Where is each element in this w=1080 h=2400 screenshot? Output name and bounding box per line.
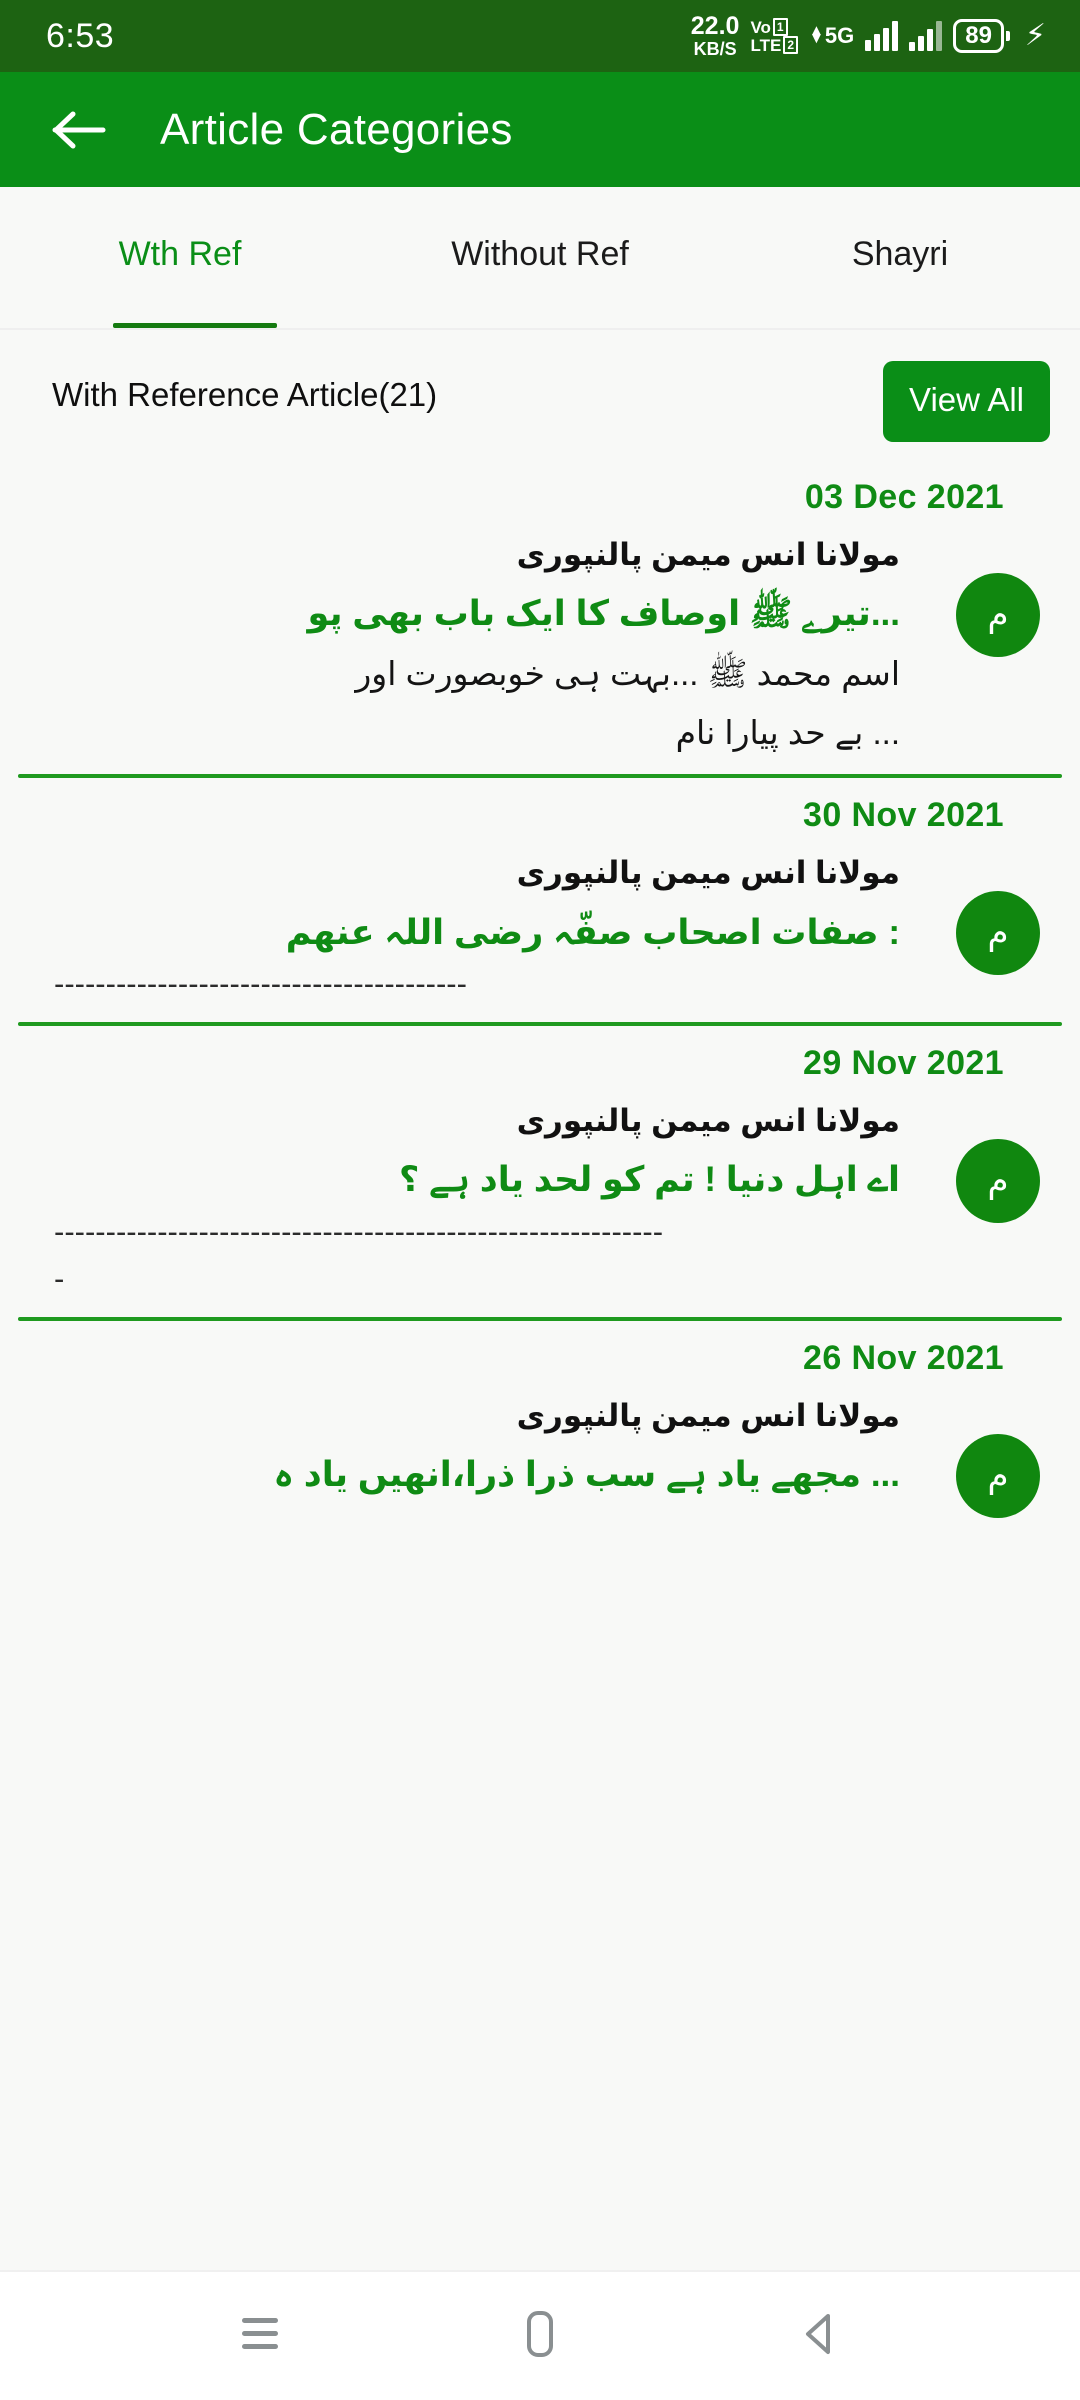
system-navigation-bar bbox=[0, 2270, 1080, 2400]
battery-icon: 89 bbox=[953, 19, 1010, 53]
article-excerpt-line-2: ... بے حد پیارا نام bbox=[675, 714, 900, 752]
article-text: مولانا انس میمن پالنپوری اے اہل دنیا ! ت… bbox=[40, 1101, 928, 1301]
article-card[interactable]: 30 Nov 2021 مولانا انس میمن پالنپوری : ص… bbox=[0, 778, 1080, 1021]
article-date: 29 Nov 2021 bbox=[803, 1043, 1004, 1082]
avatar: م bbox=[956, 573, 1040, 657]
article-list[interactable]: 03 Dec 2021 مولانا انس میمن پالنپوری ...… bbox=[0, 460, 1080, 2270]
back-button[interactable] bbox=[48, 99, 110, 161]
article-dash-separator-overflow: - bbox=[54, 1261, 65, 1297]
tab-shayri[interactable]: Shayri bbox=[720, 235, 1080, 280]
volte-icon: Vo 1 LTE 2 bbox=[750, 18, 798, 54]
network-type-label: 5G bbox=[824, 23, 855, 48]
tab-without-ref[interactable]: Without Ref bbox=[360, 235, 720, 280]
tab-with-ref[interactable]: Wth Ref bbox=[0, 235, 360, 280]
charging-bolt-icon: ⚡ bbox=[1024, 19, 1046, 52]
section-header: With Reference Article(21) View All bbox=[0, 330, 1080, 460]
volte-sim2-label: 2 bbox=[783, 36, 798, 54]
data-transfer-arrows-icon: ▲ ▼ bbox=[809, 22, 824, 48]
article-date: 26 Nov 2021 bbox=[803, 1338, 1004, 1377]
article-excerpt-line-1: اسم محمد ﷺ ...بہت ہی خوبصورت اور bbox=[355, 655, 900, 693]
app-bar: Article Categories bbox=[0, 72, 1080, 187]
page-title: Article Categories bbox=[160, 104, 513, 154]
status-bar: 6:53 22.0 KB/S Vo 1 LTE 2 ▲ ▼ 5G 89 ⚡ bbox=[0, 0, 1080, 72]
network-speed-value: 22.0 bbox=[690, 12, 740, 40]
phone-screen: 6:53 22.0 KB/S Vo 1 LTE 2 ▲ ▼ 5G 89 ⚡ Ar… bbox=[0, 0, 1080, 2400]
view-all-button[interactable]: View All bbox=[883, 360, 1050, 442]
article-headline: : صفات اصحاب صفّہ رضی اللہ عنھم bbox=[285, 912, 900, 952]
back-button-nav[interactable] bbox=[765, 2291, 875, 2381]
article-card[interactable]: 29 Nov 2021 مولانا انس میمن پالنپوری اے … bbox=[0, 1026, 1080, 1317]
article-author: مولانا انس میمن پالنپوری bbox=[516, 537, 900, 572]
article-card[interactable]: 26 Nov 2021 مولانا انس میمن پالنپوری ...… bbox=[0, 1321, 1080, 1534]
avatar: م bbox=[956, 891, 1040, 976]
article-headline: اے اہل دنیا ! تم کو لحد یاد ہے ؟ bbox=[399, 1160, 900, 1200]
volte-vo-label: Vo bbox=[750, 17, 771, 37]
tab-bar: Wth Ref Without Ref Shayri bbox=[0, 187, 1080, 330]
article-headline: ... مجھے یاد ہے سب ذرا ذرا،انھیں یاد ہ bbox=[273, 1454, 901, 1494]
article-dash-separator: ----------------------------------------… bbox=[54, 1213, 664, 1249]
home-pill-icon bbox=[517, 2306, 563, 2367]
network-speed-unit: KB/S bbox=[693, 39, 737, 59]
signal-bars-icon-2 bbox=[909, 21, 943, 51]
volte-lte-label: LTE bbox=[750, 35, 782, 55]
article-author: مولانا انس میمن پالنپوری bbox=[516, 855, 900, 891]
status-icons: 22.0 KB/S Vo 1 LTE 2 ▲ ▼ 5G 89 ⚡ bbox=[690, 12, 1046, 59]
avatar: م bbox=[956, 1433, 1040, 1518]
recents-button[interactable] bbox=[205, 2291, 315, 2381]
battery-nub bbox=[1005, 31, 1010, 41]
battery-percent-label: 89 bbox=[953, 19, 1004, 53]
back-triangle-icon bbox=[796, 2308, 844, 2365]
article-text: مولانا انس میمن پالنپوری ...تیرے ﷺ اوصاف… bbox=[40, 535, 928, 758]
article-date: 30 Nov 2021 bbox=[803, 796, 1004, 835]
network-type-indicator: ▲ ▼ 5G bbox=[809, 22, 855, 48]
status-clock: 6:53 bbox=[46, 17, 115, 55]
article-date: 03 Dec 2021 bbox=[804, 478, 1004, 516]
menu-recents-icon bbox=[232, 2311, 288, 2362]
avatar: م bbox=[956, 1138, 1040, 1223]
arrow-left-icon bbox=[51, 109, 107, 151]
article-dash-separator: ---------------------------------------- bbox=[54, 966, 467, 1002]
article-text: مولانا انس میمن پالنپوری : صفات اصحاب صف… bbox=[40, 853, 928, 1005]
network-speed-indicator: 22.0 KB/S bbox=[690, 12, 740, 59]
article-author: مولانا انس میمن پالنپوری bbox=[516, 1397, 900, 1433]
article-text: مولانا انس میمن پالنپوری ... مجھے یاد ہے… bbox=[40, 1396, 928, 1501]
article-author: مولانا انس میمن پالنپوری bbox=[516, 1102, 900, 1138]
tab-active-indicator bbox=[113, 323, 277, 328]
article-headline: ...تیرے ﷺ اوصاف کا ایک باب بھی پو bbox=[307, 594, 900, 634]
signal-bars-icon bbox=[865, 21, 899, 51]
volte-sim1-label: 1 bbox=[772, 18, 788, 36]
article-card[interactable]: 03 Dec 2021 مولانا انس میمن پالنپوری ...… bbox=[0, 460, 1080, 774]
section-title: With Reference Article(21) bbox=[52, 376, 438, 413]
home-button[interactable] bbox=[485, 2291, 595, 2381]
